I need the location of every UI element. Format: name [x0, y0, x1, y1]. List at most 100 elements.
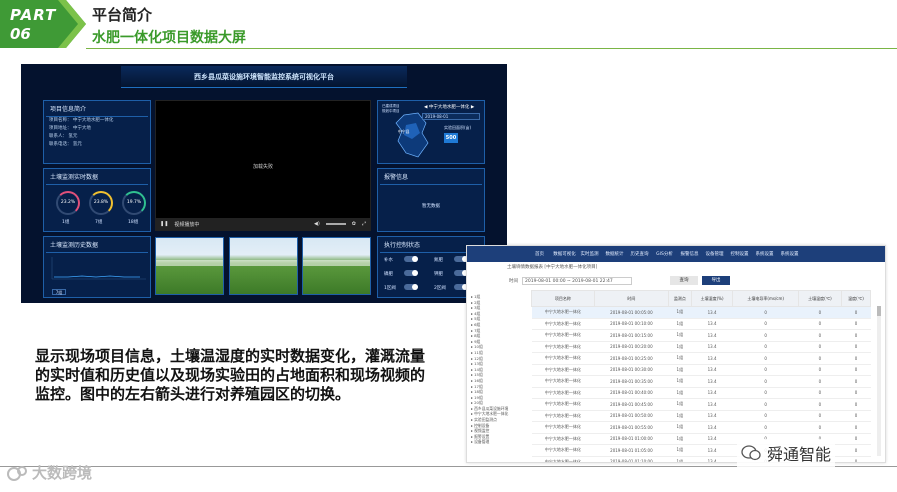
- nav-item[interactable]: 数据统计: [602, 251, 627, 257]
- column-header: 土壤电导率(ms/cm): [732, 290, 799, 307]
- volume-slider[interactable]: [325, 223, 346, 225]
- project-info-line: 项目地址： 中宁大地: [49, 126, 91, 131]
- date-range-input[interactable]: 2019-08-01 00:00 ~ 2019-08-01 22:47: [522, 276, 632, 285]
- table-cell: 中宁大地水肥一体化: [531, 364, 595, 376]
- pause-icon[interactable]: ❚❚: [160, 221, 168, 227]
- control-toggle[interactable]: [404, 256, 418, 262]
- table-row[interactable]: 中宁大地水肥一体化 2019-08-01 00:30:00 1组 13.4 0 0 0: [531, 364, 871, 376]
- map-legend: 已建成项目 规划中项目: [382, 104, 400, 113]
- table-cell: 0: [841, 456, 871, 462]
- table-cell: 1组: [668, 387, 692, 399]
- nav-item[interactable]: 系统设置: [777, 251, 802, 257]
- table-cell: 0: [798, 318, 842, 330]
- table-cell: 0: [798, 387, 842, 399]
- table-cell: 中宁大地水肥一体化: [531, 433, 595, 445]
- table-row[interactable]: 中宁大地水肥一体化 2019-08-01 00:35:00 1组 13.4 0 0 0: [531, 375, 871, 388]
- nav-item[interactable]: 数据可视化: [552, 251, 577, 257]
- nav-item[interactable]: GIS分析: [652, 251, 677, 257]
- column-header: 土壤湿度(%): [690, 290, 734, 307]
- table-cell: 0: [841, 375, 871, 388]
- table-cell: 0: [841, 306, 871, 319]
- table-row[interactable]: 中宁大地水肥一体化 2019-08-01 00:10:00 1组 13.4 0 0 0: [531, 318, 871, 330]
- nav-item[interactable]: 实时监测: [577, 251, 602, 257]
- table-cell: 0: [841, 364, 871, 376]
- soil-gauge-label: 7组: [95, 220, 103, 225]
- nav-item[interactable]: 历史查询: [627, 251, 652, 257]
- table-cell: 0: [732, 364, 799, 376]
- map-panel: 已建成项目 规划中项目 中宁县 ◀ 中宁大地水肥一体化 ▶ 2019-08-01 …: [377, 100, 485, 164]
- table-cell: 2019-08-01 00:35:00: [594, 375, 669, 388]
- table-cell: 2019-08-01 01:00:00: [594, 433, 669, 445]
- table-row[interactable]: 中宁大地水肥一体化 2019-08-01 00:25:00 1组 13.4 0 0 0: [531, 352, 871, 365]
- table-cell: 0: [841, 398, 871, 411]
- column-header: 监测点: [667, 290, 692, 307]
- table-row[interactable]: 中宁大地水肥一体化 2019-08-01 00:05:00 1组 13.4 0 0 0: [531, 306, 871, 319]
- soil-gauge: 23.2%: [56, 191, 80, 215]
- volume-icon[interactable]: ◀): [314, 221, 320, 227]
- table-cell: 0: [732, 341, 799, 353]
- nav-item[interactable]: 系统设置: [752, 251, 777, 257]
- soil-gauge: 19.7%: [122, 191, 146, 215]
- control-label: 1区阀: [384, 286, 396, 291]
- field-image-1: [155, 237, 224, 295]
- project-info-lines: 项目名称： 中宁大地水肥一体化 项目地址： 中宁大地 联系人： 氢元 联系电话： 氢元: [44, 117, 150, 149]
- table-cell: 13.4: [691, 318, 733, 330]
- map-project-switcher[interactable]: ◀ 中宁大地水肥一体化 ▶: [424, 104, 474, 110]
- page-title: 平台简介: [92, 6, 153, 24]
- table-cell: 0: [732, 352, 799, 365]
- table-nav: 首页 数据可视化 实时监测 数据统计 历史查询 GIS分析 报警信息 设备管理 控制设置 系统设置…: [467, 246, 885, 262]
- table-subtitle: 土壤墒情数据报表 [中宁大地水肥一体化项目]: [507, 265, 598, 270]
- table-cell: 1组: [668, 444, 692, 457]
- project-info-line: 联系电话： 氢元: [49, 142, 82, 147]
- wechat-watermark: 舜通智能: [737, 439, 836, 467]
- table-cell: 中宁大地水肥一体化: [531, 456, 595, 462]
- table-cell: 2019-08-01 00:25:00: [594, 352, 669, 365]
- control-toggle[interactable]: [404, 270, 418, 276]
- table-cell: 0: [841, 444, 871, 457]
- table-cell: 0: [732, 410, 799, 422]
- table-row[interactable]: 中宁大地水肥一体化 2019-08-01 00:45:00 1组 13.4 0 0 0: [531, 398, 871, 411]
- grid-scrollbar[interactable]: [877, 306, 881, 456]
- export-button[interactable]: 导出: [702, 276, 730, 285]
- column-header: 项目名称: [531, 290, 595, 307]
- page-subtitle: 水肥一体化项目数据大屏: [92, 30, 246, 46]
- map-date-input[interactable]: 2019-08-01: [422, 113, 480, 120]
- alarm-empty: 暂无数据: [422, 204, 440, 209]
- nav-item[interactable]: 首页: [527, 251, 552, 257]
- project-info-panel: 项目信息简介 项目名称： 中宁大地水肥一体化 项目地址： 中宁大地 联系人： 氢元联…: [43, 100, 151, 164]
- table-row[interactable]: 中宁大地水肥一体化 2019-08-01 00:40:00 1组 13.4 0 0 0: [531, 387, 871, 399]
- table-row[interactable]: 中宁大地水肥一体化 2019-08-01 00:50:00 1组 13.4 0 0 0: [531, 410, 871, 422]
- table-cell: 1组: [668, 352, 692, 365]
- fullscreen-icon[interactable]: ⤢: [362, 221, 366, 227]
- soil-gauge-label: 18组: [128, 220, 139, 225]
- nav-item[interactable]: 控制设置: [727, 251, 752, 257]
- table-row[interactable]: 中宁大地水肥一体化 2019-08-01 00:55:00 1组 13.4 0 0 0: [531, 421, 871, 434]
- table-row[interactable]: 中宁大地水肥一体化 2019-08-01 00:20:00 1组 13.4 0 0 0: [531, 341, 871, 353]
- table-cell: 0: [732, 318, 799, 330]
- video-status: 加载失败: [252, 164, 273, 170]
- control-toggle[interactable]: [404, 284, 418, 290]
- nav-item[interactable]: 设备管理: [702, 251, 727, 257]
- dashboard-screenshot: 西乡县瓜菜设施环境智能监控系统可视化平台 项目信息简介 项目名称： 中宁大地水肥…: [21, 64, 507, 303]
- table-cell: 中宁大地水肥一体化: [531, 375, 595, 388]
- tree-item[interactable]: ▸ 设备管理: [471, 439, 529, 445]
- footer-brand: 大数跨境: [6, 462, 92, 483]
- table-cell: 13.4: [691, 364, 733, 376]
- header-divider: [86, 48, 897, 49]
- query-button[interactable]: 查询: [670, 276, 698, 285]
- table-cell: 中宁大地水肥一体化: [531, 352, 595, 365]
- table-cell: 0: [841, 410, 871, 422]
- part-badge: PART 06: [0, 0, 86, 48]
- settings-icon[interactable]: ✿: [352, 221, 356, 227]
- field-image-2: [229, 237, 298, 295]
- table-cell: 1组: [668, 375, 692, 388]
- table-row[interactable]: 中宁大地水肥一体化 2019-08-01 00:15:00 1组 13.4 0 0 0: [531, 329, 871, 342]
- soil-gauge-label: 1组: [62, 220, 70, 225]
- video-player[interactable]: 加载失败 ❚❚ 视频播放中 ◀) ✿ ⤢: [155, 100, 371, 231]
- flow-tag[interactable]: 7组: [52, 289, 66, 295]
- filter-label: 时间: [509, 278, 518, 284]
- alarm-panel: 报警信息 暂无数据: [377, 168, 485, 232]
- control-label: 磷肥: [384, 272, 393, 277]
- nav-item[interactable]: 报警信息: [677, 251, 702, 257]
- project-tree: ▸ 1组 ▸ 2组 ▸ 3组 ▸ 4组 ▸ 5组 ▸ 6组 ▸ 7组 ▸ 8组 ▸ 9组 ▸ 10…: [471, 294, 529, 462]
